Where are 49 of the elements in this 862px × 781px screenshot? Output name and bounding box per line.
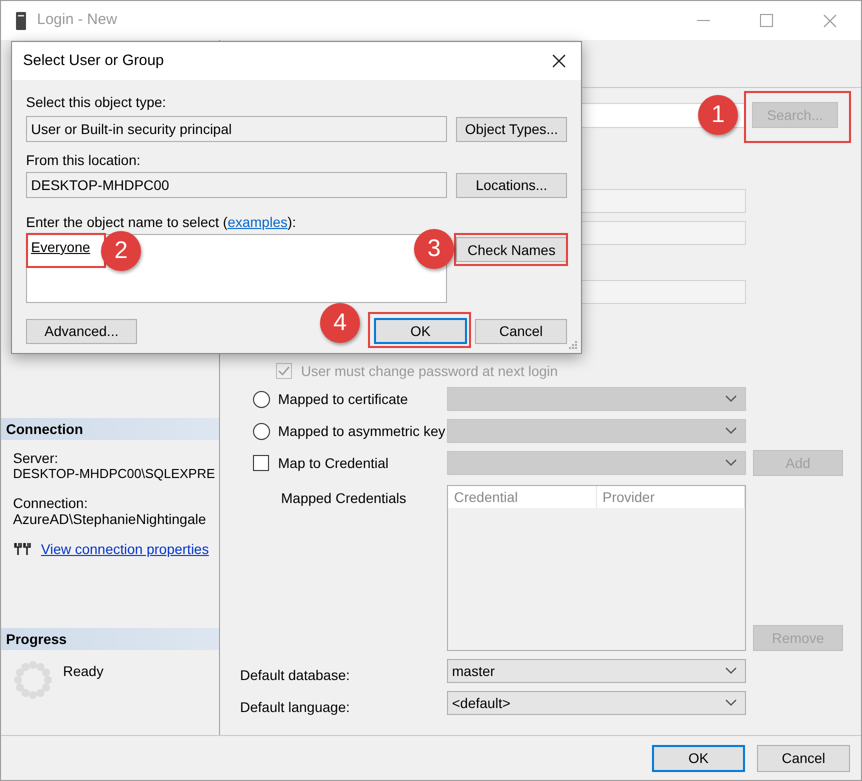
- cancel-button[interactable]: Cancel: [475, 318, 567, 344]
- plug-icon: [13, 542, 33, 556]
- close-icon[interactable]: [552, 54, 566, 68]
- maximize-icon[interactable]: [760, 14, 773, 27]
- server-icon: [16, 12, 26, 30]
- dialog-button[interactable]: OK: [652, 744, 745, 772]
- locations-button[interactable]: Locations...: [456, 172, 567, 198]
- section-header: Connection: [1, 418, 219, 440]
- callout-badge: 1: [698, 95, 738, 135]
- field-label: Enter the object name to select (examples):: [26, 214, 296, 230]
- column-header[interactable]: Credential: [448, 486, 596, 508]
- window-title: Login - New: [37, 10, 118, 30]
- radio-label: Mapped to asymmetric key: [278, 422, 446, 441]
- mapped-credentials-label: Mapped Credentials: [281, 490, 406, 506]
- chevron-down-icon: [725, 427, 737, 435]
- chevron-down-icon: [725, 699, 737, 707]
- connection-properties-link[interactable]: View connection properties: [41, 541, 209, 557]
- checkbox-label: User must change password at next login: [301, 362, 558, 381]
- field-label: Select this object type:: [26, 94, 168, 110]
- examples-link[interactable]: examples: [228, 214, 288, 230]
- chevron-down-icon: [725, 459, 737, 467]
- chevron-down-icon: [725, 395, 737, 403]
- resize-grip-icon: [569, 341, 578, 350]
- server-label: Server:: [13, 450, 60, 466]
- field-label: Default language:: [240, 698, 351, 717]
- check-names-button[interactable]: Check Names: [456, 237, 567, 262]
- ok-button[interactable]: OK: [374, 318, 467, 344]
- object-types-button[interactable]: Object Types...: [456, 116, 567, 142]
- minimize-icon[interactable]: [697, 20, 710, 22]
- radio-label: Mapped to certificate: [278, 390, 408, 409]
- checkbox[interactable]: [253, 455, 269, 471]
- dialog-button[interactable]: Cancel: [757, 744, 850, 772]
- field-label: Default database:: [240, 666, 351, 684]
- dialog-title: Select User or Group: [23, 50, 164, 71]
- dropdown[interactable]: master: [447, 659, 746, 683]
- chevron-down-icon: [725, 667, 737, 675]
- dropdown[interactable]: <default>: [447, 691, 746, 715]
- radio-button[interactable]: [253, 422, 270, 440]
- field-label: From this location:: [26, 152, 142, 168]
- server-name: DESKTOP-MHDPC00\SQLEXPRE: [13, 466, 216, 482]
- radio-button[interactable]: [253, 390, 270, 408]
- advanced-button[interactable]: Advanced...: [26, 318, 137, 344]
- checkbox-label: Map to Credential: [278, 454, 389, 473]
- connection-user: AzureAD\StephanieNightingale: [13, 511, 208, 527]
- progress-status: Ready: [63, 662, 104, 681]
- connection-label: Connection:: [13, 495, 89, 511]
- resolved-name: Everyone: [31, 239, 90, 255]
- section-header: Progress: [1, 628, 219, 650]
- column-header[interactable]: Provider: [596, 486, 745, 508]
